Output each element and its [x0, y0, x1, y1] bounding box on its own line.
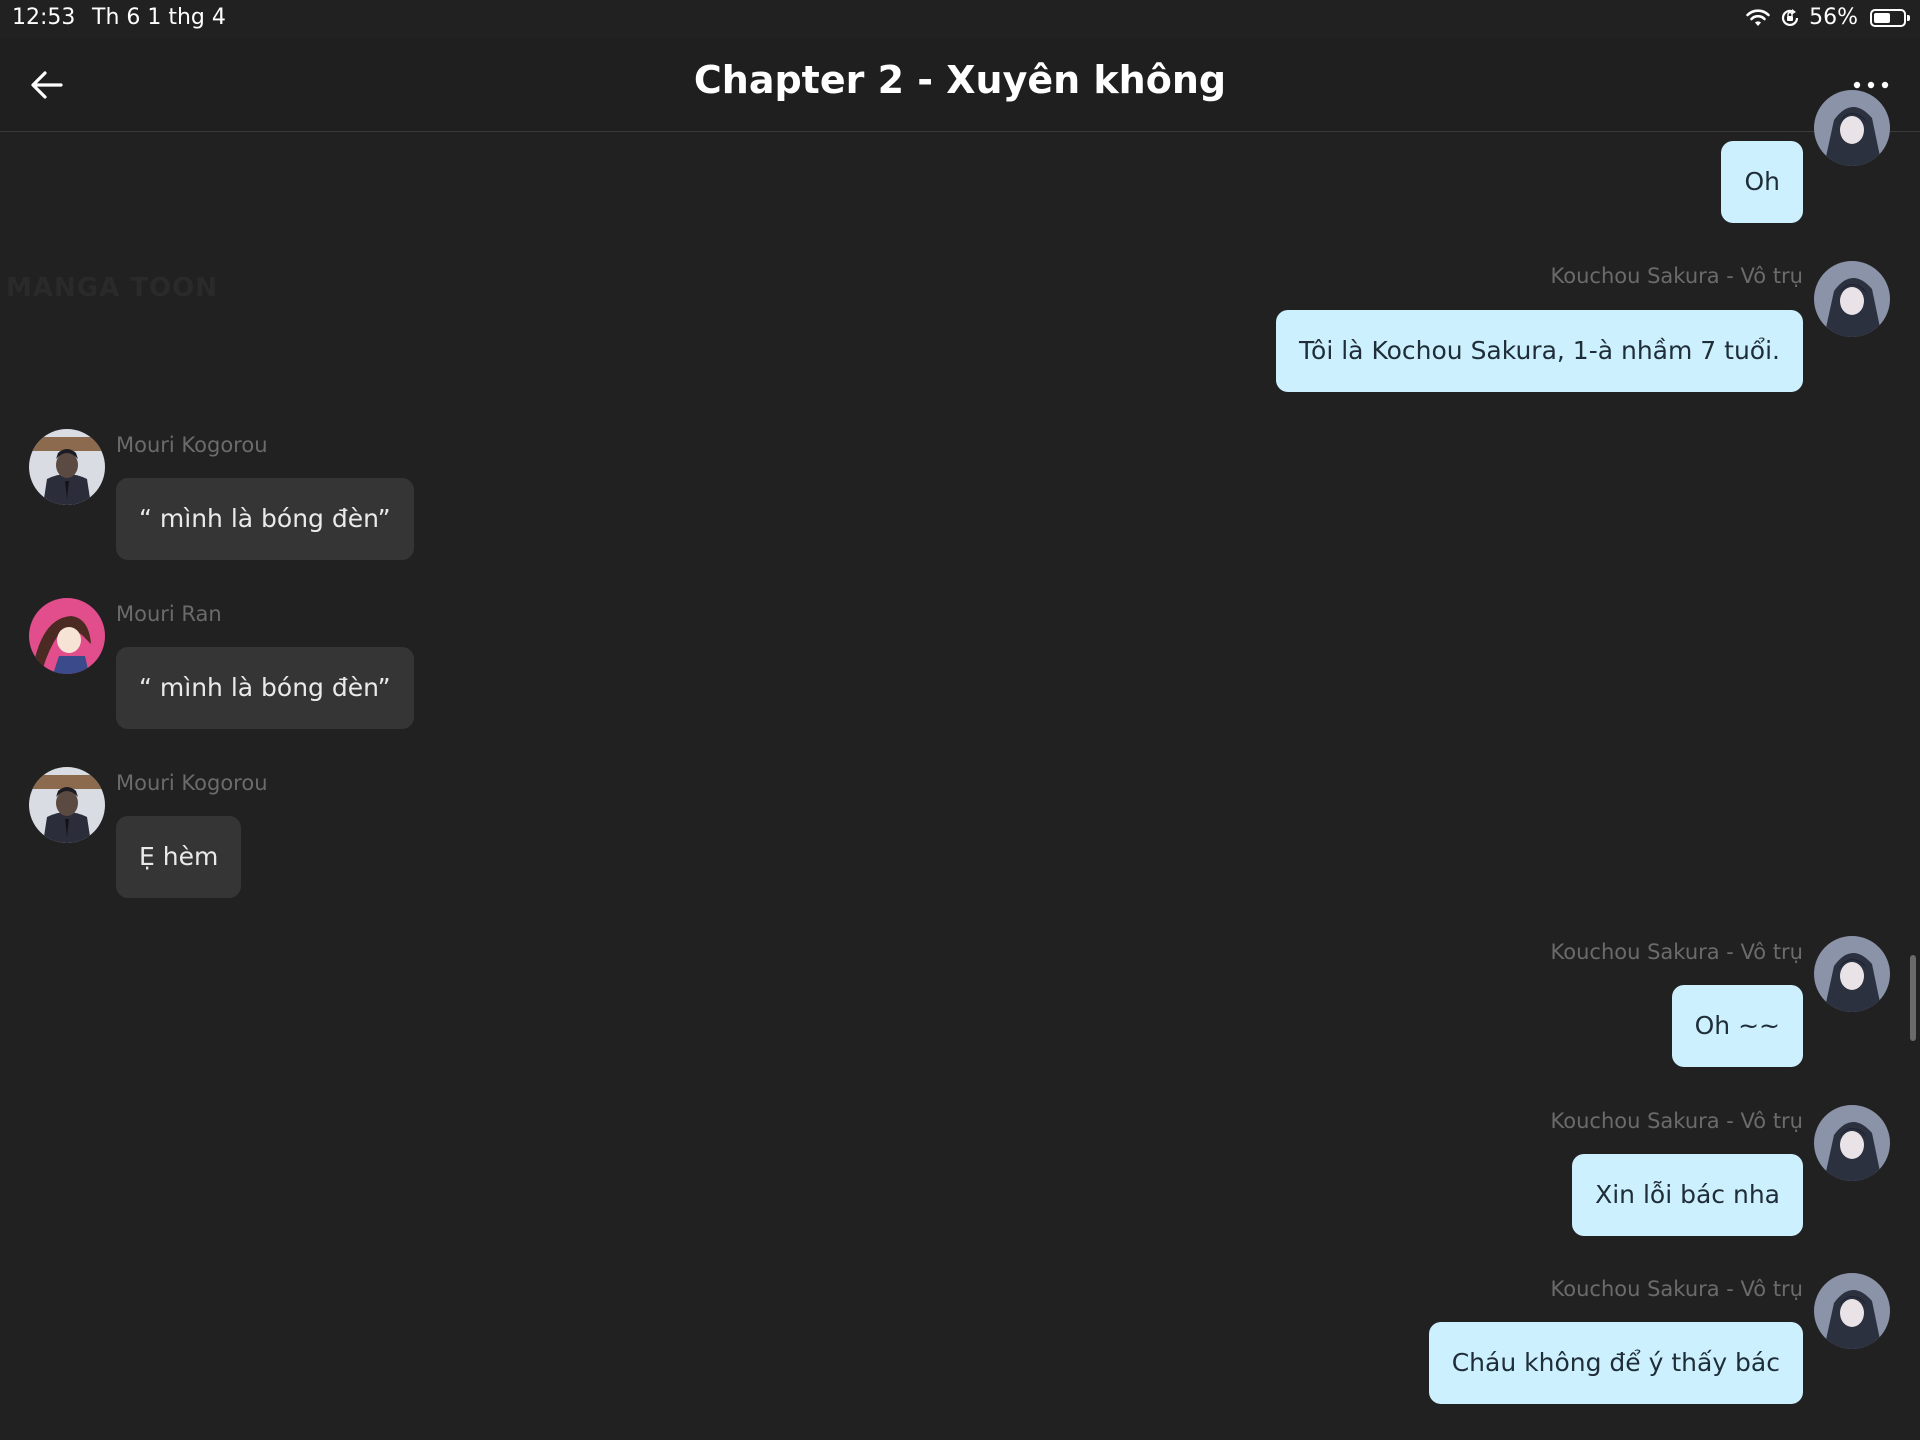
avatar[interactable]	[1814, 1273, 1890, 1349]
avatar[interactable]	[29, 767, 105, 843]
avatar[interactable]	[1814, 90, 1890, 166]
message-bubble[interactable]: “ mình là bóng đèn”	[116, 647, 414, 729]
sender-name: Kouchou Sakura - Vô trụ	[1550, 940, 1803, 964]
wifi-icon	[1746, 8, 1770, 26]
avatar-sakura	[1814, 90, 1890, 166]
message-bubble[interactable]: “ mình là bóng đèn”	[116, 478, 414, 560]
message-bubble[interactable]: Xin lỗi bác nha	[1572, 1154, 1803, 1236]
message-bubble[interactable]: Oh	[1721, 141, 1803, 223]
sender-name: Kouchou Sakura - Vô trụ	[1550, 264, 1803, 288]
message-bubble[interactable]: Ẹ hèm	[116, 816, 242, 898]
sender-name: Mouri Ran	[116, 602, 222, 626]
avatar[interactable]	[29, 598, 105, 674]
avatar-kogorou	[29, 767, 105, 843]
message-bubble[interactable]: Tôi là Kochou Sakura, 1-à nhầm 7 tuổi.	[1276, 310, 1803, 392]
sender-name: Mouri Kogorou	[116, 433, 268, 457]
sender-name: Mouri Kogorou	[116, 771, 268, 795]
status-time: 12:53	[12, 5, 76, 30]
status-indicators: 56%	[1745, 5, 1910, 30]
sender-name: Kouchou Sakura - Vô trụ	[1550, 1277, 1803, 1301]
chapter-header: Chapter 2 - Xuyên không	[0, 38, 1920, 132]
more-horizontal-icon	[1853, 81, 1889, 89]
avatar-sakura	[1814, 936, 1890, 1012]
avatar-sakura	[1814, 1105, 1890, 1181]
page-title: Chapter 2 - Xuyên không	[693, 58, 1227, 102]
avatar[interactable]	[1814, 261, 1890, 337]
scrollbar-thumb[interactable]	[1910, 955, 1916, 1041]
message-bubble[interactable]: Oh ~~	[1671, 985, 1803, 1067]
status-date: Th 6 1 thg 4	[92, 5, 226, 30]
avatar[interactable]	[1814, 1105, 1890, 1181]
chat-screen: 12:53 Th 6 1 thg 4 56% Chapter 2 - Xuyên…	[0, 0, 1920, 1440]
sender-name: Kouchou Sakura - Vô trụ	[1550, 1109, 1803, 1133]
avatar-sakura	[1814, 1273, 1890, 1349]
watermark-logo: MANGA TOON	[6, 273, 218, 303]
battery-icon	[1870, 8, 1910, 27]
avatar-sakura	[1814, 261, 1890, 337]
battery-fill	[1874, 12, 1890, 23]
avatar-kogorou	[29, 429, 105, 505]
battery-percent: 56%	[1809, 5, 1858, 30]
avatar-ran	[29, 598, 105, 674]
avatar[interactable]	[29, 429, 105, 505]
avatar[interactable]	[1814, 936, 1890, 1012]
status-bar: 12:53 Th 6 1 thg 4 56%	[0, 0, 1920, 38]
message-bubble[interactable]: Cháu không để ý thấy bác	[1428, 1322, 1803, 1404]
orientation-lock-icon	[1782, 8, 1799, 26]
